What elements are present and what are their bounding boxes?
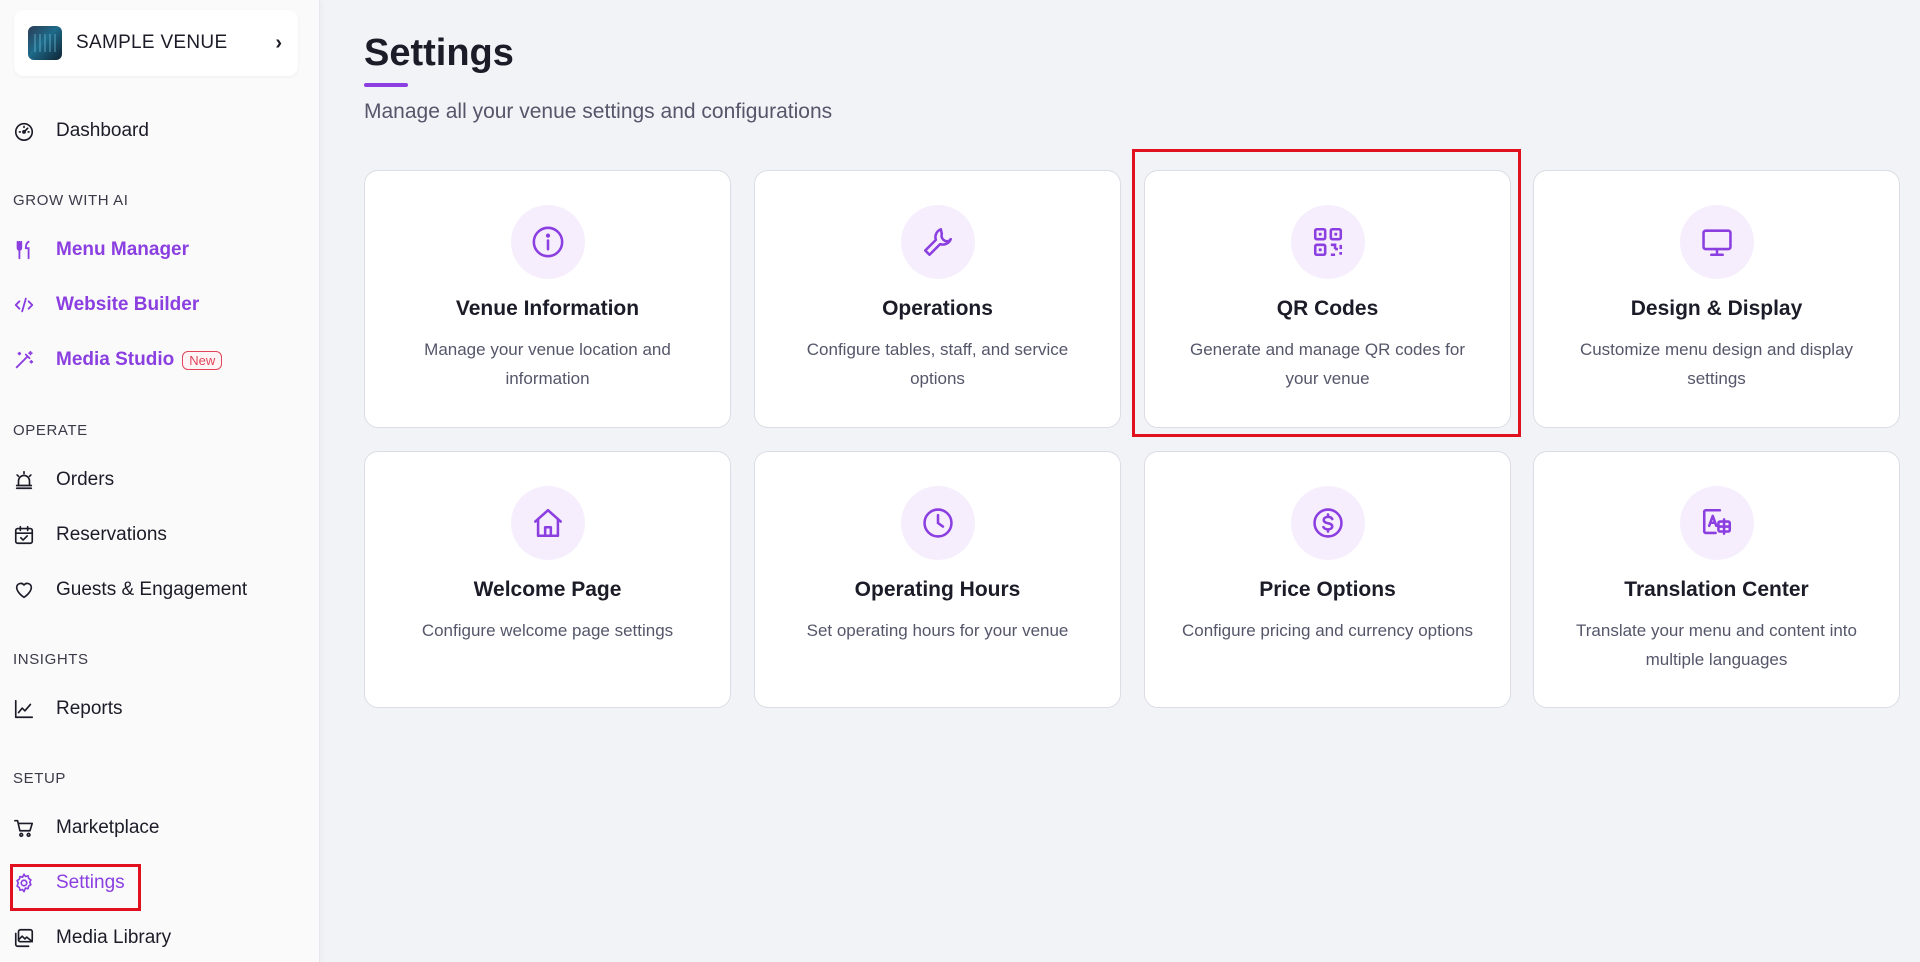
venue-name: SAMPLE VENUE [76, 32, 228, 53]
title-underline [364, 83, 408, 87]
cart-icon [12, 816, 36, 840]
dollar-icon [1290, 486, 1365, 560]
sidebar-item-label: Orders [56, 469, 115, 490]
sidebar-item-website-builder[interactable]: Website Builder [12, 283, 199, 327]
sidebar-item-menu-manager[interactable]: Menu Manager [12, 228, 189, 272]
code-icon [12, 293, 36, 317]
chevron-right-icon: › [275, 31, 282, 54]
gauge-icon [12, 119, 36, 143]
section-label-operate: OPERATE [13, 422, 88, 439]
card-description: Generate and manage QR codes for your ve… [1190, 340, 1465, 388]
calendar-check-icon [12, 523, 36, 547]
sidebar-item-settings[interactable]: Settings [12, 861, 125, 905]
translate-icon [1679, 486, 1754, 560]
sidebar-item-label: Settings [56, 872, 125, 893]
card-description: Translate your menu and content into mul… [1576, 621, 1857, 669]
card-description: Manage your venue location and informati… [424, 340, 671, 388]
sidebar-item-label: Media Studio [56, 349, 175, 370]
card-design-display[interactable]: Design & Display Customize menu design a… [1533, 170, 1900, 428]
section-label-setup: SETUP [13, 770, 67, 787]
card-title: Operating Hours [854, 578, 1021, 601]
sidebar-item-label: Website Builder [56, 294, 200, 315]
card-operating-hours[interactable]: Operating Hours Set operating hours for … [754, 451, 1121, 708]
section-label-insights: INSIGHTS [13, 651, 89, 668]
card-title: Welcome Page [473, 578, 622, 601]
sidebar-item-label: Media Library [56, 927, 172, 948]
magic-wand-icon [12, 348, 36, 372]
card-title: Translation Center [1624, 578, 1809, 601]
card-welcome-page[interactable]: Welcome Page Configure welcome page sett… [364, 451, 731, 708]
alarm-bell-icon [12, 468, 36, 492]
page-subtitle: Manage all your venue settings and confi… [364, 100, 833, 123]
page-title: Settings [364, 32, 514, 74]
sidebar-item-label: Marketplace [56, 817, 160, 838]
sidebar-item-label: Menu Manager [56, 239, 190, 260]
card-title: Operations [882, 297, 993, 320]
venue-thumbnail [28, 26, 62, 60]
card-title: QR Codes [1276, 297, 1379, 320]
sidebar-item-media-library[interactable]: Media Library [12, 916, 171, 960]
section-label-grow: GROW WITH AI [13, 192, 129, 209]
images-icon [12, 926, 36, 950]
heart-icon [12, 578, 36, 602]
home-icon [510, 486, 585, 560]
sidebar-item-label: Reports [56, 698, 123, 719]
card-description: Configure welcome page settings [421, 621, 674, 640]
monitor-icon [1679, 205, 1754, 279]
sidebar-item-reservations[interactable]: Reservations [12, 513, 167, 557]
card-title: Price Options [1259, 578, 1396, 601]
sidebar-item-label: Dashboard [56, 120, 149, 141]
utensils-icon [12, 238, 36, 262]
card-description: Set operating hours for your venue [806, 621, 1069, 640]
sidebar-item-marketplace[interactable]: Marketplace [12, 806, 160, 850]
new-badge: New [182, 350, 223, 370]
clock-icon [900, 486, 975, 560]
sidebar-item-media-studio[interactable]: Media Studio New [12, 338, 223, 382]
card-description: Customize menu design and display settin… [1579, 340, 1854, 388]
card-title: Design & Display [1630, 297, 1803, 320]
sidebar-item-label: Guests & Engagement [56, 579, 248, 600]
sidebar-item-dashboard[interactable]: Dashboard [12, 109, 149, 153]
card-translation-center[interactable]: Translation Center Translate your menu a… [1533, 451, 1900, 708]
sidebar-item-guests[interactable]: Guests & Engagement [12, 568, 247, 612]
line-chart-icon [12, 697, 36, 721]
sidebar-item-reports[interactable]: Reports [12, 687, 123, 731]
sidebar-item-orders[interactable]: Orders [12, 458, 114, 502]
card-qr-codes[interactable]: QR Codes Generate and manage QR codes fo… [1144, 170, 1511, 428]
sidebar-item-label: Reservations [56, 524, 167, 545]
card-title: Venue Information [455, 297, 640, 320]
venue-switcher[interactable]: SAMPLE VENUE › [14, 10, 298, 76]
card-description: Configure tables, staff, and service opt… [806, 340, 1069, 388]
card-price-options[interactable]: Price Options Configure pricing and curr… [1144, 451, 1511, 708]
info-icon [510, 205, 585, 279]
wrench-icon [900, 205, 975, 279]
gear-icon [12, 871, 36, 895]
qr-code-icon [1290, 205, 1365, 279]
card-description: Configure pricing and currency options [1181, 621, 1474, 640]
sidebar: SAMPLE VENUE › Dashboard GROW WITH AI Me… [0, 0, 320, 962]
card-venue-information[interactable]: Venue Information Manage your venue loca… [364, 170, 731, 428]
card-operations[interactable]: Operations Configure tables, staff, and … [754, 170, 1121, 428]
